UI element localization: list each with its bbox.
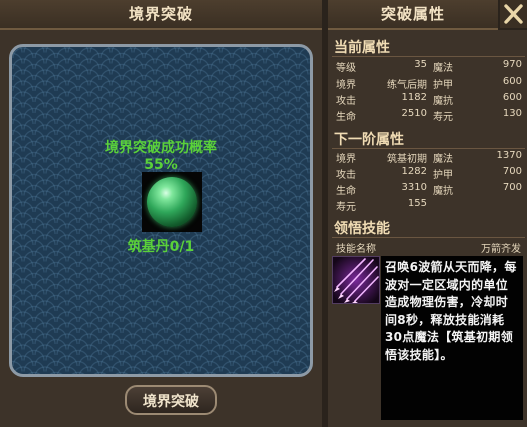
stat-value: 35 bbox=[414, 59, 427, 70]
current-stat-row: 等级 35 魔法 970 bbox=[336, 59, 524, 76]
skill-section-title: 领悟技能 bbox=[334, 221, 390, 237]
skill-name-label: 技能名称 bbox=[336, 244, 376, 255]
skill-section-divider bbox=[332, 237, 525, 238]
stat-label: 寿元 bbox=[433, 112, 453, 123]
stat-label: 寿元 bbox=[336, 202, 356, 213]
breakthrough-button[interactable]: 境界突破 bbox=[125, 385, 217, 415]
next-stat-row: 生命 3310 魔抗 700 bbox=[336, 182, 524, 199]
stat-label: 生命 bbox=[336, 186, 356, 197]
next-attributes-title: 下一阶属性 bbox=[334, 132, 404, 148]
stat-label: 魔法 bbox=[433, 63, 453, 74]
success-rate-label: 境界突破成功概率 bbox=[105, 140, 217, 156]
stat-value: 970 bbox=[502, 59, 522, 70]
foundation-pill-icon bbox=[147, 177, 197, 227]
current-stat-row: 攻击 1182 魔抗 600 bbox=[336, 92, 524, 109]
foundation-pill-count: 筑基丹0/1 bbox=[127, 239, 195, 255]
current-attributes-title: 当前属性 bbox=[334, 40, 390, 56]
next-stat-row: 寿元 155 bbox=[336, 198, 524, 215]
stat-label: 攻击 bbox=[336, 96, 356, 107]
stat-label: 境界 bbox=[336, 154, 356, 165]
attributes-panel-title: 突破属性 bbox=[328, 0, 498, 30]
stat-label: 护甲 bbox=[433, 170, 453, 181]
stat-label: 魔抗 bbox=[433, 96, 453, 107]
stat-label: 攻击 bbox=[336, 170, 356, 181]
stat-value: 130 bbox=[502, 108, 522, 119]
current-attributes-divider bbox=[332, 56, 525, 57]
current-stat-row: 境界 练气后期 护甲 600 bbox=[336, 76, 524, 93]
stat-label: 护甲 bbox=[433, 80, 453, 91]
current-stat-row: 生命 2510 寿元 130 bbox=[336, 108, 524, 125]
stat-label: 生命 bbox=[336, 112, 356, 123]
stat-value: 600 bbox=[502, 76, 522, 87]
stat-value: 筑基初期 bbox=[387, 154, 427, 165]
stat-label: 境界 bbox=[336, 80, 356, 91]
breakthrough-panel-title: 境界突破 bbox=[0, 0, 322, 30]
skill-name: 万箭齐发 bbox=[481, 244, 521, 255]
stat-value: 155 bbox=[407, 198, 427, 209]
stat-value: 1182 bbox=[401, 92, 427, 103]
stat-value: 600 bbox=[502, 92, 522, 103]
arrow-volley-icon bbox=[333, 257, 379, 303]
stat-label: 魔法 bbox=[433, 154, 453, 165]
next-attributes-divider bbox=[332, 148, 525, 149]
skill-slot[interactable] bbox=[332, 256, 380, 304]
skill-description: 召唤6波箭从天而降，每波对一定区域内的单位造成物理伤害，冷却时间8秒，释放技能消… bbox=[381, 256, 523, 420]
next-stat-row: 境界 筑基初期 魔法 1370 bbox=[336, 150, 524, 167]
next-stat-row: 攻击 1282 护甲 700 bbox=[336, 166, 524, 183]
stat-label: 等级 bbox=[336, 63, 356, 74]
stat-value: 练气后期 bbox=[387, 80, 427, 91]
success-rate-value: 55% bbox=[144, 157, 178, 173]
stat-value: 700 bbox=[502, 182, 522, 193]
close-button[interactable] bbox=[500, 0, 527, 28]
stat-value: 1282 bbox=[401, 166, 427, 177]
foundation-pill-slot[interactable] bbox=[142, 172, 202, 232]
stat-value: 700 bbox=[502, 166, 522, 177]
close-icon bbox=[504, 4, 523, 24]
stat-value: 1370 bbox=[496, 150, 522, 161]
stat-value: 3310 bbox=[401, 182, 427, 193]
stat-value: 2510 bbox=[401, 108, 427, 119]
stat-label: 魔抗 bbox=[433, 186, 453, 197]
